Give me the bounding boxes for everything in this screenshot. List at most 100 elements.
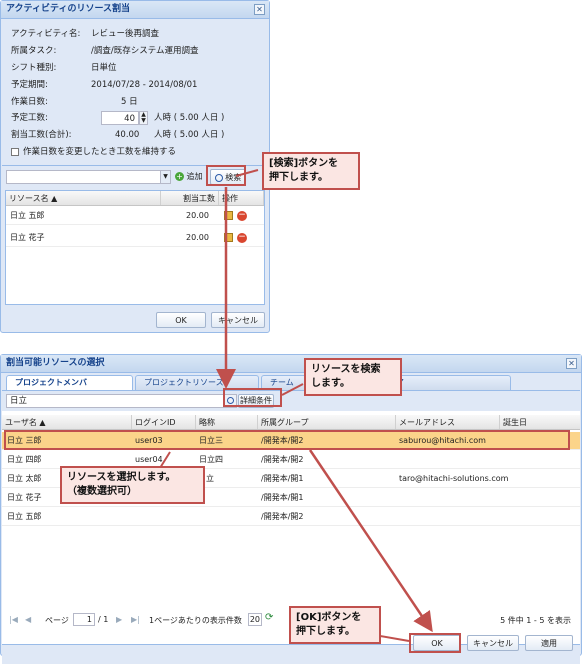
field-value: 日単位 (91, 63, 117, 73)
field-unit: 人時 ( 5.00 人日 ) (154, 113, 225, 123)
apply-button[interactable]: 適用 (525, 635, 573, 651)
chevron-down-icon[interactable]: ▼ (160, 171, 170, 183)
row-user-name: 日立 四郎 (7, 455, 42, 464)
field-work-days: 作業日数: 5 日 (11, 95, 161, 109)
field-label: 作業日数: (11, 97, 48, 107)
page-input[interactable]: 1 (73, 613, 95, 626)
col-resource-name[interactable]: リソース名 ▲ (6, 191, 161, 205)
callout-select-resource: リソースを選択します。 （複数選択可） (60, 466, 205, 504)
remove-icon[interactable]: − (237, 211, 247, 221)
field-value: 40.00 (115, 130, 140, 140)
col-user-name[interactable]: ユーザ名 ▲ (2, 415, 132, 429)
search-input-value: 日立 (10, 396, 28, 406)
add-button-label: 追加 (186, 172, 203, 181)
row-assigned-work: 20.00 (186, 211, 209, 220)
field-label: 所属タスク: (11, 46, 57, 56)
edit-icon[interactable] (224, 211, 233, 220)
callout-search-resource: リソースを検索 します。 (304, 358, 402, 396)
col-group[interactable]: 所属グループ (258, 415, 396, 429)
field-value: 2014/07/28 - 2014/08/01 (91, 80, 198, 90)
keep-work-checkbox-row[interactable]: 作業日数を変更したとき工数を維持する (11, 145, 261, 159)
field-value: レビュー後再調査 (91, 29, 160, 39)
table-row[interactable]: 日立 五郎 /開発本/開2 (2, 508, 580, 526)
row-abbreviation: 立 (206, 474, 214, 483)
field-label: 予定工数: (11, 113, 48, 123)
page-label: ページ (45, 616, 69, 625)
add-icon: + (175, 172, 184, 181)
col-operation[interactable]: 操作 (219, 191, 264, 205)
remove-icon[interactable]: − (237, 233, 247, 243)
selected-row-highlight (4, 430, 570, 450)
search-toolbar: 日立 詳細条件 (2, 391, 580, 411)
tab-other[interactable]: ア (387, 375, 511, 390)
callout-text: [検索]ボタンを 押下します。 (269, 158, 339, 183)
planned-work-input[interactable]: 40 (101, 111, 139, 125)
per-page-value: 20 (249, 615, 260, 624)
page-input-value: 1 (86, 615, 92, 624)
col-login-id[interactable]: ログインID (132, 415, 196, 429)
field-planned-work: 予定工数: 40 ▲ ▼ 人時 ( 5.00 人日 ) (11, 111, 261, 125)
per-page-input[interactable]: 20 (248, 613, 262, 626)
dialog-title: アクティビティのリソース割当 ✕ (1, 1, 269, 19)
col-assigned-work[interactable]: 割当工数 (161, 191, 219, 205)
refresh-icon[interactable]: ⟳ (265, 612, 273, 623)
add-button[interactable]: + 追加 (175, 170, 203, 184)
spinner-icon[interactable]: ▲ ▼ (139, 111, 148, 125)
assigned-resource-grid: リソース名 ▲ 割当工数 操作 日立 五郎 20.00 − 日立 花子 20.0… (5, 190, 265, 305)
close-icon[interactable]: ✕ (254, 4, 265, 15)
search-input[interactable]: 日立 (6, 394, 224, 408)
field-assigned-total: 割当工数(合計): 40.00 人時 ( 5.00 人日 ) (11, 128, 261, 142)
field-label: アクティビティ名: (11, 29, 81, 39)
dialog-title-text: 割当可能リソースの選択 (6, 358, 105, 368)
prev-page-icon[interactable]: ◀ (25, 615, 31, 624)
last-page-icon[interactable]: ▶| (131, 615, 140, 624)
search-button-highlight (206, 165, 246, 186)
field-value: 5 日 (121, 97, 138, 107)
resource-combo[interactable]: ▼ (6, 170, 171, 184)
search-field-highlight (223, 388, 282, 407)
callout-text: リソースを選択します。 （複数選択可） (67, 472, 176, 497)
row-group: /開発本/開2 (261, 512, 304, 521)
row-user-name: 日立 花子 (7, 493, 42, 502)
row-assigned-work: 20.00 (186, 233, 209, 242)
row-user-name: 日立 太郎 (7, 474, 42, 483)
col-email[interactable]: メールアドレス (396, 415, 500, 429)
planned-work-value: 40 (124, 114, 135, 124)
cancel-button[interactable]: キャンセル (211, 312, 265, 328)
row-user-name: 日立 五郎 (7, 512, 42, 521)
row-group: /開発本/開1 (261, 493, 304, 502)
row-email: taro@hitachi-solutions.com (399, 474, 509, 483)
cancel-button[interactable]: キャンセル (467, 635, 519, 651)
page-total: / 1 (98, 615, 109, 624)
ok-button-highlight (409, 633, 461, 653)
grid-header: ユーザ名 ▲ ログインID 略称 所属グループ メールアドレス 誕生日 (2, 415, 580, 430)
next-page-icon[interactable]: ▶ (116, 615, 122, 624)
field-label: 予定期間: (11, 80, 48, 90)
dialog-title-text: アクティビティのリソース割当 (6, 4, 131, 14)
row-group: /開発本/開1 (261, 474, 304, 483)
first-page-icon[interactable]: |◀ (9, 615, 18, 624)
tab-project-members[interactable]: プロジェクトメンバ (6, 375, 133, 390)
record-count: 5 件中 1 - 5 を表示 (500, 616, 571, 625)
table-row[interactable]: 日立 五郎 20.00 − (6, 207, 264, 225)
row-resource-name: 日立 花子 (10, 233, 45, 242)
dialog-title: 割当可能リソースの選択 ✕ (1, 355, 581, 373)
field-value: /調査/既存システム運用調査 (91, 46, 199, 56)
per-page-label: 1ページあたりの表示件数 (149, 616, 242, 625)
field-unit: 人時 ( 5.00 人日 ) (154, 130, 225, 140)
table-row[interactable]: 日立 花子 20.00 − (6, 229, 264, 247)
row-group: /開発本/開2 (261, 455, 304, 464)
callout-ok-button: [OK]ボタンを 押下します。 (289, 606, 381, 644)
keep-work-checkbox[interactable] (11, 148, 19, 156)
grid-header: リソース名 ▲ 割当工数 操作 (6, 191, 264, 206)
close-icon[interactable]: ✕ (566, 358, 577, 369)
edit-icon[interactable] (224, 233, 233, 242)
col-birthday[interactable]: 誕生日 (500, 415, 580, 429)
col-abbreviation[interactable]: 略称 (196, 415, 258, 429)
checkbox-label: 作業日数を変更したとき工数を維持する (23, 147, 177, 157)
field-label: 割当工数(合計): (11, 130, 72, 140)
callout-text: [OK]ボタンを 押下します。 (296, 612, 362, 637)
ok-button[interactable]: OK (156, 312, 206, 328)
callout-search-button: [検索]ボタンを 押下します。 (262, 152, 360, 190)
field-label: シフト種別: (11, 63, 57, 73)
